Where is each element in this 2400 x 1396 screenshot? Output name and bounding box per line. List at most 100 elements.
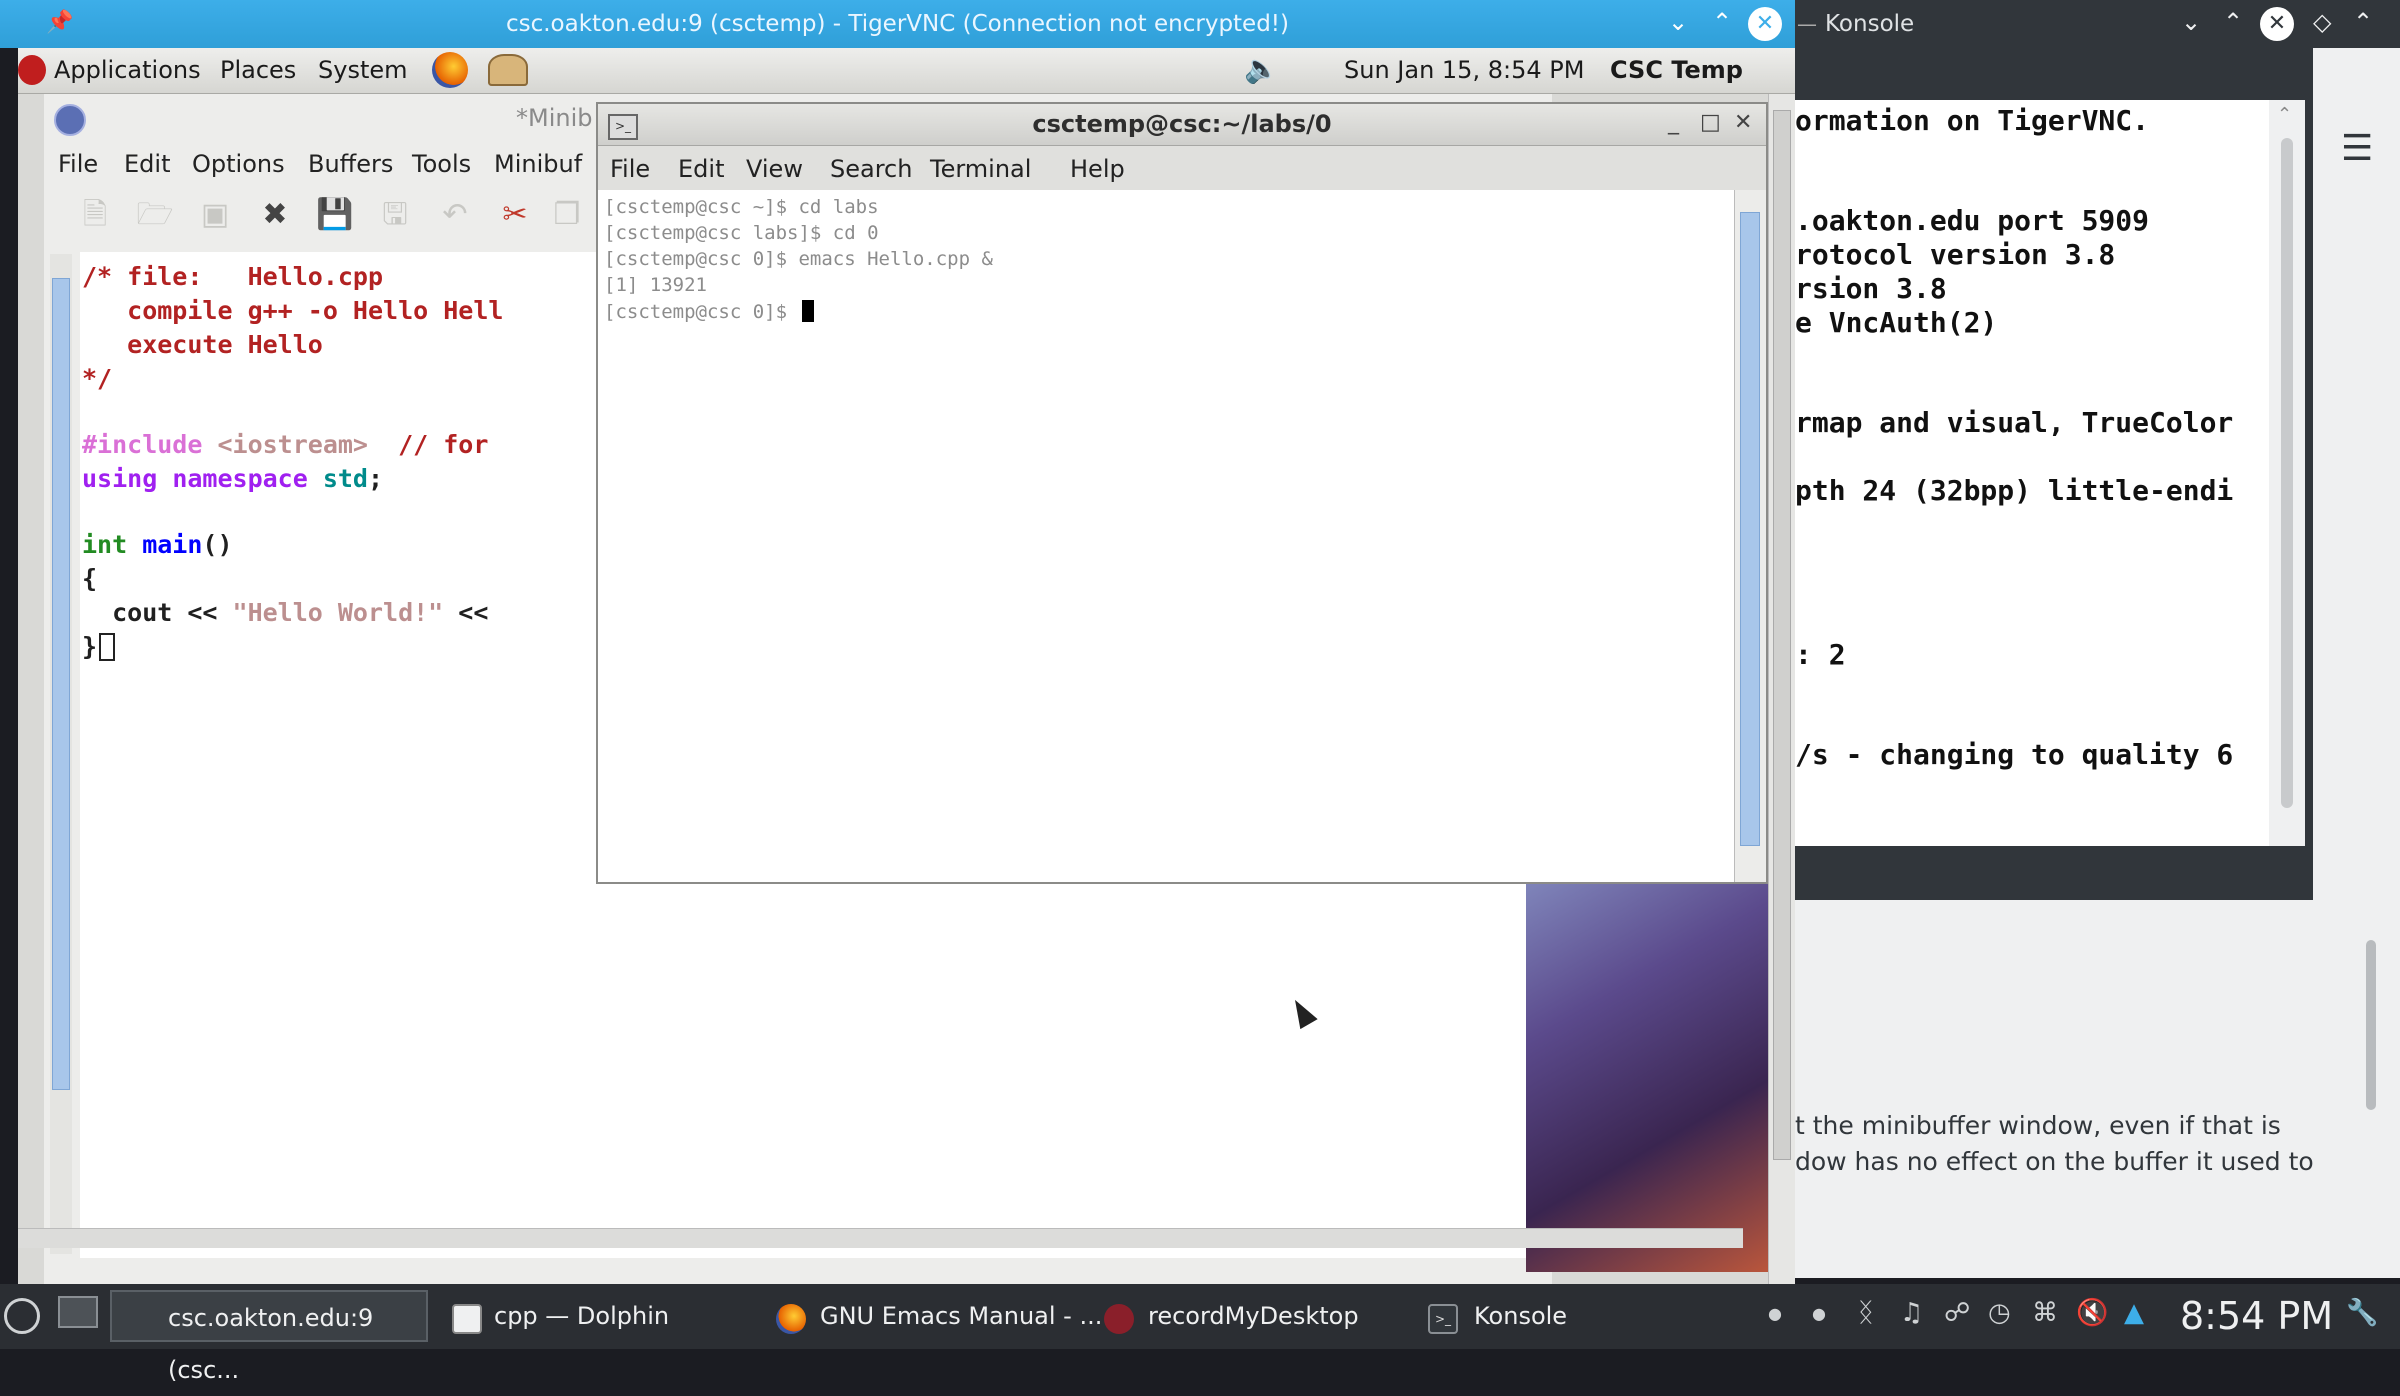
terminal-menu-view[interactable]: View [746,155,803,183]
mail-launcher-icon[interactable] [488,54,528,86]
task-dolphin[interactable]: cpp — Dolphin [446,1290,736,1342]
terminal-scrollbar-thumb[interactable] [1740,212,1760,846]
vnc-scrollbar-thumb[interactable] [1773,110,1791,1160]
panel-menu-places[interactable]: Places [220,56,296,84]
panel-clock[interactable]: Sun Jan 15, 8:54 PM [1344,56,1584,84]
code-token: "Hello World!" [232,598,444,627]
terminal-menu-edit[interactable]: Edit [678,155,724,183]
terminal-titlebar[interactable]: >_ csctemp@csc:~/labs/0 _ □ ✕ [598,104,1766,146]
konsole-close-icon[interactable]: ✕ [2260,7,2294,41]
code-line: execute Hello [82,330,323,359]
vnc-horizontal-scrollbar[interactable] [18,1228,1743,1248]
konsole-keep-above-icon[interactable]: ◇ [2313,8,2331,36]
code-line: compile g++ -o Hello Hell [82,296,504,325]
terminal-menu-help[interactable]: Help [1070,155,1125,183]
tray-dot-icon[interactable]: ● [1768,1304,1782,1323]
task-recordmydesktop[interactable]: recordMyDesktop [1100,1290,1380,1342]
cut-icon[interactable]: ✂ [496,196,534,234]
emacs-menu-tools[interactable]: Tools [412,150,471,178]
konsole-line: : 2 [1795,638,1846,671]
konsole-scrollbar[interactable]: ⌃ [2269,100,2305,846]
konsole-titlebar[interactable]: — Konsole ⌄ ⌃ ✕ ◇ ⌃ [1795,0,2400,48]
minimize-icon[interactable]: ⌄ [1668,8,1688,36]
scroll-up-icon[interactable]: ⌃ [2277,104,2292,125]
bluetooth-icon[interactable]: ᛝ [1858,1298,1874,1328]
task-label: Konsole [1474,1302,1568,1330]
panel-menu-applications[interactable]: Applications [54,56,201,84]
task-emacs-manual[interactable]: GNU Emacs Manual - ... [770,1290,1110,1342]
tray-dot-icon[interactable]: ● [1812,1304,1826,1323]
code-token: // for [368,430,489,459]
dired-icon[interactable]: ▣ [196,196,234,234]
notifications-expand-icon[interactable]: ▲ [2124,1298,2144,1328]
network-icon[interactable]: ⌘ [2032,1298,2058,1328]
emacs-scrollbar-thumb[interactable] [52,278,70,1090]
code-line: */ [82,364,113,393]
code-line: using namespace std; [82,464,383,493]
emacs-menu-edit[interactable]: Edit [124,150,170,178]
terminal-menu-terminal[interactable]: Terminal [930,155,1031,183]
record-icon [1104,1304,1134,1334]
pager-icon[interactable] [58,1296,98,1328]
terminal-menu-search[interactable]: Search [830,155,912,183]
emacs-scrollbar[interactable] [50,254,72,1254]
task-label: GNU Emacs Manual - ... [820,1302,1103,1330]
clock-applet-icon[interactable]: ◷ [1988,1298,2011,1328]
terminal-close-icon[interactable]: ✕ [1734,110,1752,135]
emacs-menu-buffers[interactable]: Buffers [308,150,393,178]
emacs-menu-options[interactable]: Options [192,150,285,178]
kde-connect-icon[interactable]: ☍ [1944,1298,1970,1328]
panel-menu-system[interactable]: System [318,56,408,84]
panel-settings-icon[interactable]: 🔧 [2346,1298,2378,1328]
konsole-output[interactable]: ormation on TigerVNC. .oakton.edu port 5… [1795,100,2269,846]
save-icon[interactable]: 💾 [316,196,354,234]
vnc-scrollbar[interactable] [1768,94,1795,1284]
new-file-icon[interactable]: 🗎 [76,196,114,234]
task-label: recordMyDesktop [1148,1302,1359,1330]
terminal-minimize-icon[interactable]: _ [1668,110,1679,135]
code-token: using [82,464,158,493]
undo-icon[interactable]: ↶ [436,196,474,234]
konsole-maximize-icon[interactable]: ⌃ [2223,8,2243,36]
terminal-line: [csctemp@csc ~]$ cd labs [604,196,879,218]
konsole-line: ormation on TigerVNC. [1795,104,2150,137]
volume-icon[interactable]: 🔇 [2076,1298,2108,1328]
konsole-line: pth 24 (32bpp) little-endi [1795,474,2234,507]
terminal-scrollbar[interactable] [1734,190,1766,882]
konsole-menu-dash-icon[interactable]: — [1797,12,1817,36]
maximize-icon[interactable]: ⌃ [1712,8,1732,36]
panel-user[interactable]: CSC Temp [1610,56,1743,84]
distro-logo-icon[interactable] [18,55,46,85]
terminal-menu-file[interactable]: File [610,155,650,183]
help-maximize-icon[interactable]: ⌃ [2353,8,2373,36]
help-browser-text: t the minibuffer window, even if that is… [1795,1108,2355,1180]
help-browser-scrollbar[interactable] [2362,180,2380,1270]
terminal-menubar: File Edit View Search Terminal Help [598,146,1766,190]
help-scrollbar-thumb[interactable] [2366,940,2376,1110]
konsole-minimize-icon[interactable]: ⌄ [2181,8,2201,36]
task-vnc[interactable]: csc.oakton.edu:9 (csc... [110,1290,428,1384]
save-as-icon[interactable]: 🖫 [376,196,414,234]
application-launcher-icon[interactable] [4,1298,40,1334]
firefox-icon[interactable] [432,52,468,88]
konsole-title: Konsole [1825,11,1915,37]
media-player-icon[interactable]: ♫ [1900,1298,1923,1328]
vnc-titlebar[interactable]: 📌 csc.oakton.edu:9 (csctemp) - TigerVNC … [0,0,1795,48]
konsole-scrollbar-thumb[interactable] [2281,138,2293,808]
vnc-remote-desktop[interactable]: Applications Places System 🔈 Sun Jan 15,… [18,48,1795,1284]
terminal-maximize-icon[interactable]: □ [1700,110,1721,135]
close-icon[interactable]: ✕ [1748,7,1782,41]
terminal-window[interactable]: >_ csctemp@csc:~/labs/0 _ □ ✕ File Edit … [596,102,1768,884]
open-folder-icon[interactable]: 🗁 [136,196,174,234]
hamburger-menu-icon[interactable]: ☰ [2341,128,2373,169]
terminal-screen[interactable]: [csctemp@csc ~]$ cd labs [csctemp@csc la… [598,190,1734,882]
emacs-menu-minibuf[interactable]: Minibuf [494,150,582,178]
code-token: namespace [157,464,308,493]
volume-icon[interactable]: 🔈 [1244,52,1279,85]
code-token: main [127,530,203,559]
close-buffer-icon[interactable]: ✖ [256,196,294,234]
copy-icon[interactable]: ❐ [548,196,586,234]
emacs-menu-file[interactable]: File [58,150,98,178]
taskbar-clock[interactable]: 8:54 PM [2180,1294,2333,1338]
task-konsole[interactable]: >_ Konsole [1424,1290,1614,1342]
